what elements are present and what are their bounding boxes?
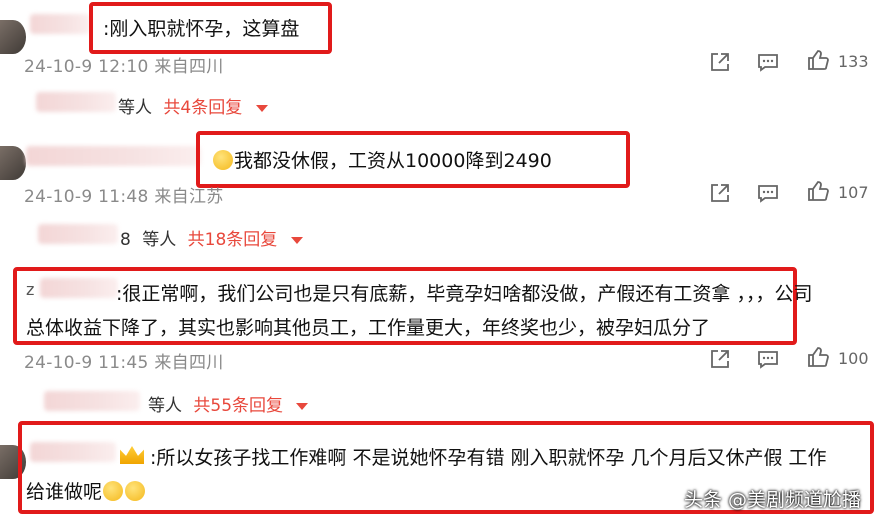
emoji-icon — [103, 481, 124, 501]
share-icon[interactable] — [708, 347, 732, 375]
chevron-down-icon — [255, 104, 268, 112]
comment-meta: 24-10-9 12:10 来自四川 — [24, 57, 224, 77]
like-count: 107 — [838, 183, 869, 202]
blurred-username — [40, 278, 118, 298]
avatar[interactable] — [0, 20, 26, 54]
chevron-down-icon — [290, 236, 303, 244]
comment-meta: 24-10-9 11:48 来自江苏 — [24, 187, 224, 207]
reply-summary[interactable]: 等人 共55条回复 — [148, 391, 309, 416]
share-icon[interactable] — [708, 181, 732, 209]
comment-text-line2: 给谁做呢 — [26, 477, 146, 504]
comment-text-line1: :很正常啊，我们公司也是只有底薪，毕竟孕妇啥都没做，产假还有工资拿 ，，，公司 — [116, 283, 813, 305]
comment-meta: 24-10-9 11:45 来自四川 — [24, 353, 224, 373]
reply-count: 共4条回复 — [163, 98, 243, 118]
comment-text-line1: :所以女孩子找工作难啊 不是说她怀孕有错 刚入职就怀孕 几个月后又休产假 工作 — [150, 447, 827, 469]
reply-count: 共18条回复 — [187, 230, 278, 250]
emoji-icon — [125, 481, 146, 501]
comment-text: 我都没休假，工资从10000降到2490 — [212, 146, 552, 173]
username-initial: z — [26, 280, 35, 299]
reply-users: 等人 — [142, 230, 177, 250]
comment-text-line2: 总体收益下降了，其实也影响其他员工，工作量更大，年终奖也少，被孕妇瓜分了 — [26, 317, 711, 339]
blurred-reply-user — [38, 224, 118, 244]
blurred-reply-user — [44, 391, 140, 411]
comment-icon[interactable] — [756, 181, 780, 209]
reply-count: 共55条回复 — [193, 396, 284, 416]
reply-summary[interactable]: 等人 共4条回复 — [118, 93, 268, 118]
share-icon[interactable] — [708, 50, 732, 78]
blurred-username — [30, 14, 90, 34]
like-count: 100 — [838, 349, 869, 368]
like-icon[interactable] — [806, 179, 830, 207]
blurred-username — [30, 442, 116, 462]
blurred-reply-user — [36, 92, 116, 112]
comment-icon[interactable] — [756, 50, 780, 78]
reply-user-fragment: 8 — [120, 230, 131, 250]
like-count: 133 — [838, 52, 869, 71]
comment-text: :刚入职就怀孕，这算盘 — [103, 18, 300, 40]
like-icon[interactable] — [806, 345, 830, 373]
reply-users: 等人 — [148, 396, 182, 416]
comment-icon[interactable] — [756, 347, 780, 375]
reply-users: 等人 — [118, 98, 152, 118]
like-icon[interactable] — [806, 48, 830, 76]
avatar[interactable] — [0, 146, 26, 180]
chevron-down-icon — [296, 402, 309, 410]
watermark: 头条 @美剧频道尬播 — [683, 489, 861, 511]
emoji-icon — [213, 150, 233, 170]
blurred-username — [26, 146, 201, 166]
reply-summary[interactable]: 8 等人 共18条回复 — [120, 225, 303, 250]
